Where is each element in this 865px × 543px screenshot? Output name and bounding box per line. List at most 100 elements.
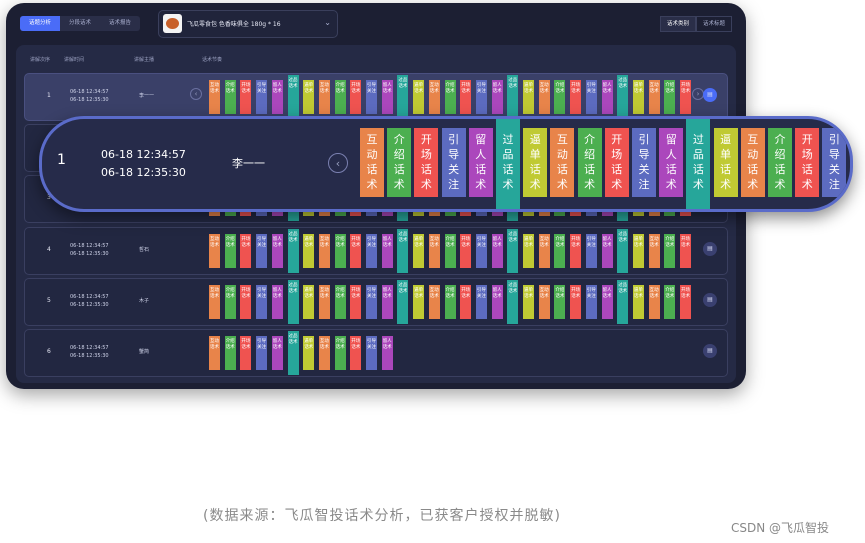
script-segment-tile[interactable]: 逼单话术: [303, 285, 315, 319]
zoom-segment-tile[interactable]: 留人话术: [659, 128, 684, 197]
script-segment-tile[interactable]: 引导关注: [366, 234, 377, 268]
script-segment-tile[interactable]: 引导关注: [585, 80, 597, 114]
script-segment-tile[interactable]: 过品话术: [287, 75, 299, 119]
script-segment-tile[interactable]: 互动话术: [648, 285, 660, 319]
script-segment-tile[interactable]: 开场话术: [460, 80, 472, 114]
zoom-segment-tile[interactable]: 过品话术: [686, 119, 711, 209]
script-segment-tile[interactable]: 留人话术: [601, 285, 613, 319]
script-segment-tile[interactable]: 开场话术: [240, 234, 252, 268]
script-segment-tile[interactable]: 引导关注: [475, 285, 487, 319]
chevron-down-icon[interactable]: ⌄: [324, 18, 331, 27]
script-segment-tile[interactable]: 互动话术: [318, 336, 330, 370]
script-segment-tile[interactable]: 介绍话术: [224, 80, 236, 114]
tab-segment-script[interactable]: 分段话术: [60, 16, 100, 31]
zoom-segment-tile[interactable]: 开场话术: [414, 128, 439, 197]
script-segment-tile[interactable]: 留人话术: [381, 80, 393, 114]
script-segment-tile[interactable]: 互动话术: [428, 285, 440, 319]
script-segment-tile[interactable]: 介绍话术: [554, 285, 566, 319]
script-segment-tile[interactable]: 过品话术: [617, 229, 629, 273]
zoom-segment-tile[interactable]: 互动话术: [550, 128, 575, 197]
zoom-segment-tile[interactable]: 引导关注: [822, 128, 847, 197]
zoom-segment-tile[interactable]: 留人话术: [468, 128, 493, 197]
script-segment-tile[interactable]: 引导关注: [366, 285, 377, 319]
script-segment-tile[interactable]: 开场话术: [350, 80, 362, 114]
script-segment-tile[interactable]: 开场话术: [240, 336, 252, 370]
script-segment-tile[interactable]: 介绍话术: [554, 234, 566, 268]
tab-topic-analysis[interactable]: 话题分析: [20, 16, 61, 31]
script-segment-tile[interactable]: 互动话术: [648, 80, 660, 114]
script-segment-tile[interactable]: 留人话术: [601, 80, 613, 114]
script-segment-tile[interactable]: 留人话术: [271, 336, 283, 370]
script-segment-tile[interactable]: 介绍话术: [664, 285, 676, 319]
script-segment-tile[interactable]: 引导关注: [256, 80, 268, 114]
script-segment-tile[interactable]: 介绍话术: [334, 234, 346, 268]
script-segment-tile[interactable]: 留人话术: [601, 234, 613, 268]
script-segment-tile[interactable]: 互动话术: [209, 285, 220, 319]
script-segment-tile[interactable]: 引导关注: [256, 234, 268, 268]
script-segment-tile[interactable]: 介绍话术: [664, 80, 676, 114]
script-segment-tile[interactable]: 过品话术: [287, 280, 299, 324]
script-segment-tile[interactable]: 逼单话术: [632, 80, 644, 114]
script-segment-tile[interactable]: 留人话术: [491, 234, 503, 268]
script-segment-tile[interactable]: 引导关注: [585, 234, 597, 268]
script-segment-tile[interactable]: 引导关注: [256, 285, 268, 319]
script-segment-tile[interactable]: 过品话术: [617, 75, 629, 119]
script-segment-tile[interactable]: 留人话术: [271, 234, 283, 268]
script-segment-tile[interactable]: 介绍话术: [554, 80, 566, 114]
zoom-segment-tile[interactable]: 逼单话术: [523, 128, 548, 197]
script-segment-tile[interactable]: 互动话术: [538, 234, 550, 268]
zoom-segment-tile[interactable]: 引导关注: [632, 128, 656, 197]
script-segment-tile[interactable]: 开场话术: [350, 285, 362, 319]
script-segment-tile[interactable]: 逼单话术: [413, 234, 425, 268]
script-segment-tile[interactable]: 互动话术: [318, 285, 330, 319]
script-segment-tile[interactable]: 开场话术: [570, 80, 582, 114]
script-segment-tile[interactable]: 逼单话术: [632, 234, 644, 268]
script-segment-tile[interactable]: 引导关注: [366, 336, 377, 370]
script-segment-tile[interactable]: 互动话术: [318, 80, 330, 114]
table-row[interactable]: 6 06-18 12:34:57 06-18 12:35:30 蟹简 互动话术 介绍话术开…: [24, 329, 728, 377]
zoom-segment-tile[interactable]: 开场话术: [795, 128, 820, 197]
script-segment-tile[interactable]: 开场话术: [350, 336, 362, 370]
script-segment-tile[interactable]: 过品话术: [287, 331, 299, 375]
script-segment-tile[interactable]: 逼单话术: [632, 285, 644, 319]
script-segment-tile[interactable]: 互动话术: [428, 80, 440, 114]
script-segment-tile[interactable]: 开场话术: [680, 285, 691, 319]
script-segment-tile[interactable]: 开场话术: [680, 80, 691, 114]
document-icon[interactable]: ▤: [703, 344, 717, 358]
script-segment-tile[interactable]: 过品话术: [507, 280, 519, 324]
script-segment-tile[interactable]: 介绍话术: [224, 234, 236, 268]
script-segment-tile[interactable]: 逼单话术: [523, 234, 534, 268]
script-segment-tile[interactable]: 引导关注: [475, 234, 487, 268]
script-segment-tile[interactable]: 介绍话术: [224, 336, 236, 370]
script-segment-tile[interactable]: 过品话术: [397, 280, 409, 324]
table-row[interactable]: 1 06-18 12:34:57 06-18 12:35:30 李一一 ‹ 互动话术 介绍话…: [24, 73, 728, 121]
script-segment-tile[interactable]: 开场话术: [570, 234, 582, 268]
script-segment-tile[interactable]: 逼单话术: [303, 336, 315, 370]
script-segment-tile[interactable]: 介绍话术: [334, 285, 346, 319]
script-segment-tile[interactable]: 介绍话术: [444, 234, 456, 268]
script-segment-tile[interactable]: 留人话术: [381, 285, 393, 319]
table-row[interactable]: 4 06-18 12:34:57 06-18 12:35:30 哲石 互动话术 介绍话术开…: [24, 227, 728, 275]
script-segment-tile[interactable]: 互动话术: [648, 234, 660, 268]
script-segment-tile[interactable]: 逼单话术: [303, 234, 315, 268]
zoom-segment-tile[interactable]: 介绍话术: [577, 128, 602, 197]
script-segment-tile[interactable]: 开场话术: [570, 285, 582, 319]
script-segment-tile[interactable]: 互动话术: [538, 285, 550, 319]
tab-script-title[interactable]: 话术标题: [695, 16, 732, 32]
product-selector[interactable]: 飞瓜零食包 色香味俱全 180g * 16 ⌄: [158, 10, 338, 38]
script-segment-tile[interactable]: 开场话术: [460, 234, 472, 268]
script-segment-tile[interactable]: 介绍话术: [334, 336, 346, 370]
script-segment-tile[interactable]: 开场话术: [240, 285, 252, 319]
script-segment-tile[interactable]: 互动话术: [209, 80, 220, 114]
table-row[interactable]: 5 06-18 12:34:57 06-18 12:35:30 木子 互动话术 介绍话术开…: [24, 278, 728, 326]
script-segment-tile[interactable]: 介绍话术: [334, 80, 346, 114]
script-segment-tile[interactable]: 介绍话术: [224, 285, 236, 319]
script-segment-tile[interactable]: 互动话术: [209, 336, 220, 370]
zoom-segment-tile[interactable]: 互动话术: [360, 128, 384, 197]
script-segment-tile[interactable]: 过品话术: [617, 280, 629, 324]
script-segment-tile[interactable]: 引导关注: [366, 80, 377, 114]
script-segment-tile[interactable]: 留人话术: [491, 285, 503, 319]
script-segment-tile[interactable]: 互动话术: [428, 234, 440, 268]
script-segment-tile[interactable]: 逼单话术: [303, 80, 315, 114]
chevron-left-icon[interactable]: ‹: [328, 153, 348, 173]
